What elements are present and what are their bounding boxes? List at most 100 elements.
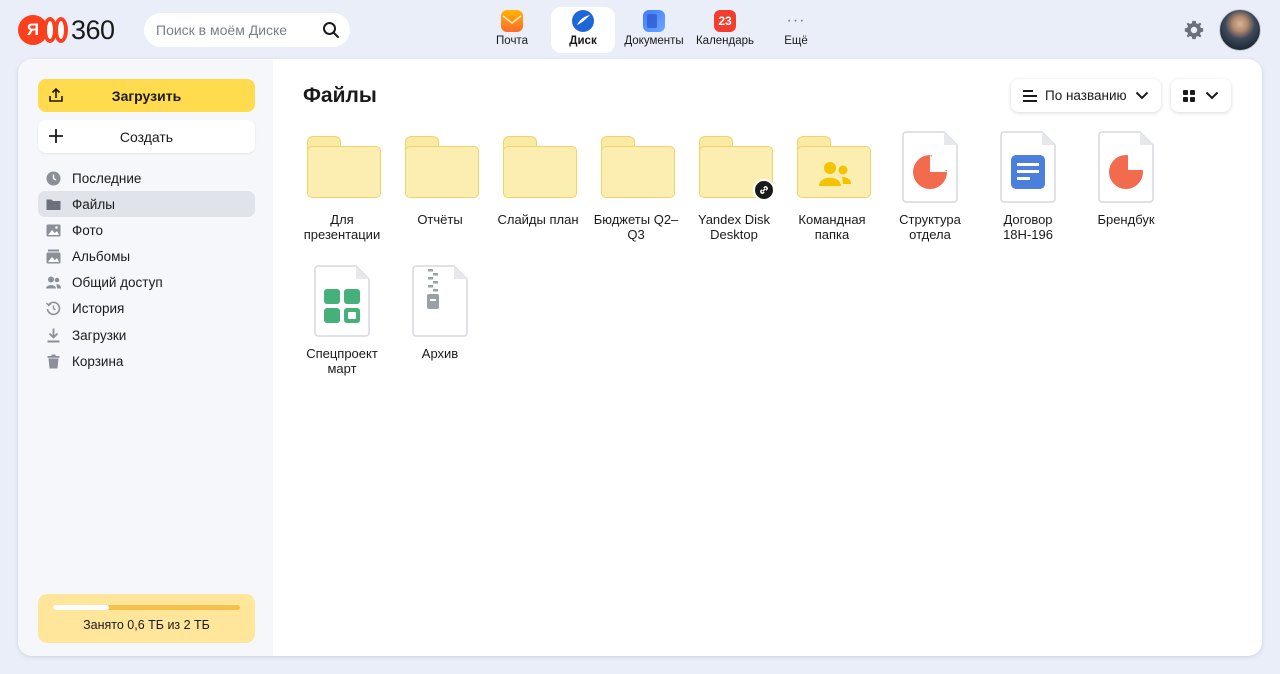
- file-name: Брендбук: [1097, 212, 1155, 227]
- folder-icon: [400, 131, 480, 205]
- file-name: Бюджеты Q2–Q3: [593, 212, 679, 242]
- sidebar-item-trash[interactable]: Корзина: [38, 348, 255, 374]
- archive-file-icon: [400, 265, 480, 339]
- more-icon: ···: [786, 12, 806, 29]
- sidebar-nav: Последние Файлы Фото Альбомы Общий досту…: [38, 165, 255, 375]
- download-icon: [46, 328, 61, 343]
- file-name: Архив: [421, 346, 459, 361]
- file-item[interactable]: Отчёты: [391, 131, 489, 265]
- shared-icon: [46, 275, 61, 290]
- view-mode-dropdown[interactable]: [1171, 79, 1231, 112]
- file-name: Структура отдела: [899, 212, 961, 242]
- file-item[interactable]: Yandex Disk Desktop: [685, 131, 783, 265]
- photo-icon: [46, 223, 61, 238]
- storage-bar: [53, 605, 240, 610]
- sidebar-item-label: Общий доступ: [72, 275, 163, 291]
- storage-text: Занято 0,6 ТБ из 2 ТБ: [83, 618, 210, 632]
- shared-folder-icon: [792, 131, 872, 205]
- storage-bar-fill: [53, 605, 110, 610]
- folder-icon: [46, 197, 61, 212]
- plus-icon: [49, 129, 63, 143]
- avatar[interactable]: [1219, 9, 1261, 51]
- grid-view-icon: [1183, 89, 1195, 102]
- app-mail[interactable]: Почта: [480, 7, 544, 53]
- app-label: Почта: [496, 35, 528, 47]
- file-item[interactable]: Спецпроект март: [293, 265, 391, 399]
- app-label: Календарь: [695, 35, 755, 47]
- logo-text: 360: [71, 14, 115, 45]
- sidebar-item-label: Файлы: [72, 196, 115, 212]
- file-item[interactable]: Структура отдела: [881, 131, 979, 265]
- sort-icon: [1023, 89, 1037, 102]
- app-calendar[interactable]: 23 Календарь: [693, 7, 757, 53]
- chevron-down-icon: [1205, 91, 1219, 100]
- page-title: Файлы: [303, 84, 377, 107]
- file-item[interactable]: Брендбук: [1077, 131, 1175, 265]
- trash-icon: [46, 354, 61, 369]
- file-name: Отчёты: [417, 212, 463, 227]
- search-input[interactable]: [156, 22, 316, 38]
- content-area: Файлы По названию Для презентации Отчёты…: [273, 59, 1262, 656]
- upload-label: Загрузить: [111, 87, 182, 104]
- folder-icon: [694, 131, 775, 205]
- sidebar-item-label: Фото: [72, 222, 104, 238]
- sidebar: Загрузить Создать Последние Файлы Фото А…: [18, 59, 273, 656]
- sidebar-item-photo[interactable]: Фото: [38, 217, 255, 243]
- upload-icon: [49, 87, 63, 102]
- calendar-icon: 23: [714, 10, 736, 32]
- sidebar-item-files[interactable]: Файлы: [38, 191, 255, 218]
- app-label: Ещё: [784, 35, 808, 47]
- file-name: Для презентации: [303, 212, 381, 242]
- chevron-down-icon: [1135, 91, 1148, 100]
- file-item[interactable]: Слайды план: [489, 131, 587, 265]
- search-box: [144, 13, 350, 47]
- file-item[interactable]: Бюджеты Q2–Q3: [587, 131, 685, 265]
- sidebar-item-label: Загрузки: [72, 327, 127, 343]
- app-disk[interactable]: Диск: [551, 7, 615, 53]
- file-item[interactable]: Командная папка: [783, 131, 881, 265]
- sidebar-item-label: Последние: [72, 170, 142, 186]
- app-more[interactable]: ··· Ещё: [764, 7, 828, 53]
- app-label: Диск: [569, 35, 597, 47]
- sidebar-item-label: Корзина: [72, 353, 124, 369]
- file-name: Договор 18Н-196: [1003, 212, 1053, 242]
- upload-button[interactable]: Загрузить: [38, 79, 255, 112]
- sidebar-item-albums[interactable]: Альбомы: [38, 244, 255, 270]
- file-name: Командная папка: [798, 212, 866, 242]
- document-file-icon: [988, 131, 1068, 205]
- presentation-file-icon: [890, 131, 970, 205]
- yandex-360-logo[interactable]: Я 360: [18, 15, 115, 45]
- sidebar-item-recent[interactable]: Последние: [38, 165, 255, 191]
- search-icon[interactable]: [322, 21, 340, 39]
- folder-icon: [302, 131, 382, 205]
- file-name: Yandex Disk Desktop: [697, 212, 770, 242]
- logo-circles: [43, 17, 68, 43]
- folder-icon: [498, 131, 578, 205]
- history-icon: [46, 301, 61, 316]
- storage-widget[interactable]: Занято 0,6 ТБ из 2 ТБ: [38, 594, 255, 643]
- main-panel: Загрузить Создать Последние Файлы Фото А…: [18, 59, 1262, 656]
- sidebar-item-shared[interactable]: Общий доступ: [38, 270, 255, 296]
- sort-label: По названию: [1045, 88, 1127, 103]
- create-button[interactable]: Создать: [38, 120, 255, 153]
- sort-dropdown[interactable]: По названию: [1011, 79, 1161, 112]
- app-switcher: Почта Диск Документы 23 Календарь ··· Ещ…: [480, 7, 835, 53]
- file-item[interactable]: Для презентации: [293, 131, 391, 265]
- clock-icon: [46, 171, 61, 186]
- sidebar-item-label: История: [72, 301, 125, 317]
- file-item[interactable]: Договор 18Н-196: [979, 131, 1077, 265]
- spreadsheet-file-icon: [302, 265, 382, 339]
- app-label: Документы: [624, 35, 684, 47]
- gear-icon[interactable]: [1183, 19, 1205, 41]
- sidebar-item-history[interactable]: История: [38, 296, 255, 322]
- file-item[interactable]: Архив: [391, 265, 489, 399]
- sidebar-item-downloads[interactable]: Загрузки: [38, 322, 255, 348]
- mail-icon: [501, 10, 523, 32]
- app-documents[interactable]: Документы: [622, 7, 686, 53]
- file-name: Слайды план: [497, 212, 579, 227]
- sidebar-item-label: Альбомы: [72, 249, 131, 265]
- albums-icon: [46, 249, 61, 264]
- disk-icon: [572, 10, 594, 32]
- top-bar: Я 360 Почта Диск Документы: [0, 0, 1280, 60]
- file-name: Спецпроект март: [306, 346, 378, 376]
